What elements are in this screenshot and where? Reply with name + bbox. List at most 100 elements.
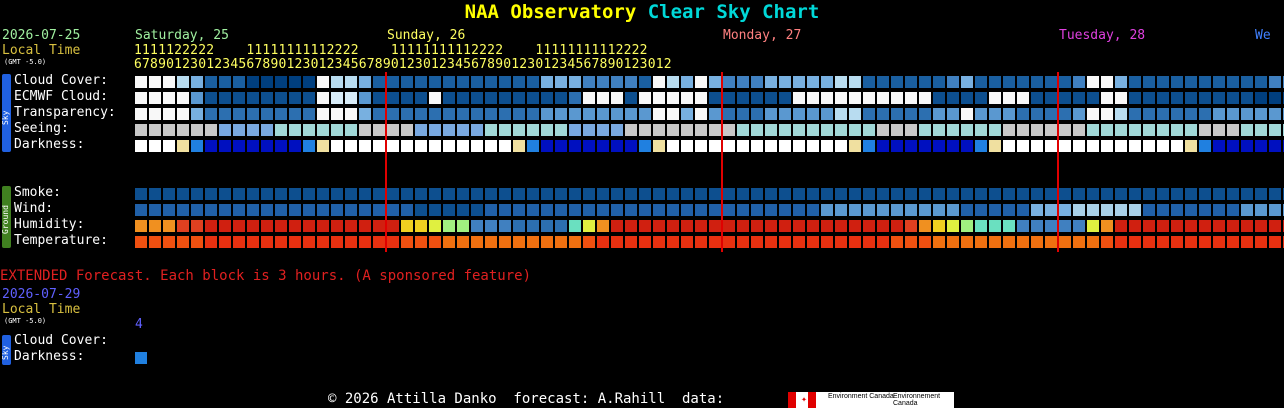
- cloud-cover-cell[interactable]: [793, 76, 805, 88]
- humidity-cell[interactable]: [835, 220, 847, 232]
- wind-cell[interactable]: [709, 204, 721, 216]
- seeing-cell[interactable]: [1171, 124, 1183, 136]
- humidity-cell[interactable]: [415, 220, 427, 232]
- smoke-cell[interactable]: [709, 188, 721, 200]
- wind-cell[interactable]: [415, 204, 427, 216]
- transparency-cell[interactable]: [1157, 108, 1169, 120]
- humidity-cell[interactable]: [569, 220, 581, 232]
- seeing-cell[interactable]: [947, 124, 959, 136]
- cloud-cover-cell[interactable]: [1059, 76, 1071, 88]
- smoke-cell[interactable]: [1129, 188, 1141, 200]
- humidity-cell[interactable]: [1213, 220, 1225, 232]
- ecmwf-cloud-cell[interactable]: [1073, 92, 1085, 104]
- wind-cell[interactable]: [807, 204, 819, 216]
- darkness-cell[interactable]: [667, 140, 679, 152]
- cloud-cover-cell[interactable]: [989, 76, 1001, 88]
- wind-cell[interactable]: [527, 204, 539, 216]
- smoke-cell[interactable]: [1003, 188, 1015, 200]
- transparency-cell[interactable]: [905, 108, 917, 120]
- wind-cell[interactable]: [933, 204, 945, 216]
- cloud-cover-cell[interactable]: [345, 76, 357, 88]
- seeing-cell[interactable]: [401, 124, 413, 136]
- ecmwf-cloud-cell[interactable]: [737, 92, 749, 104]
- cloud-cover-cell[interactable]: [555, 76, 567, 88]
- seeing-cell[interactable]: [443, 124, 455, 136]
- temperature-cell[interactable]: [835, 236, 847, 248]
- wind-cell[interactable]: [625, 204, 637, 216]
- transparency-cell[interactable]: [751, 108, 763, 120]
- darkness-cell[interactable]: [289, 140, 301, 152]
- humidity-cell[interactable]: [289, 220, 301, 232]
- cloud-cover-cell[interactable]: [905, 76, 917, 88]
- transparency-cell[interactable]: [1185, 108, 1197, 120]
- darkness-cell[interactable]: [1199, 140, 1211, 152]
- seeing-cell[interactable]: [499, 124, 511, 136]
- temperature-cell[interactable]: [275, 236, 287, 248]
- wind-cell[interactable]: [457, 204, 469, 216]
- wind-cell[interactable]: [1185, 204, 1197, 216]
- ecmwf-cloud-cell[interactable]: [1241, 92, 1253, 104]
- humidity-cell[interactable]: [149, 220, 161, 232]
- wind-cell[interactable]: [947, 204, 959, 216]
- ecmwf-cloud-cell[interactable]: [485, 92, 497, 104]
- transparency-cell[interactable]: [975, 108, 987, 120]
- darkness-cell[interactable]: [877, 140, 889, 152]
- temperature-cell[interactable]: [765, 236, 777, 248]
- transparency-cell[interactable]: [513, 108, 525, 120]
- ecmwf-cloud-cell[interactable]: [219, 92, 231, 104]
- ecmwf-cloud-cell[interactable]: [667, 92, 679, 104]
- cloud-cover-cell[interactable]: [219, 76, 231, 88]
- seeing-cell[interactable]: [639, 124, 651, 136]
- transparency-cell[interactable]: [1101, 108, 1113, 120]
- wind-cell[interactable]: [471, 204, 483, 216]
- wind-cell[interactable]: [1017, 204, 1029, 216]
- temperature-cell[interactable]: [667, 236, 679, 248]
- darkness-cell[interactable]: [583, 140, 595, 152]
- transparency-cell[interactable]: [331, 108, 343, 120]
- smoke-cell[interactable]: [807, 188, 819, 200]
- wind-cell[interactable]: [779, 204, 791, 216]
- temperature-cell[interactable]: [1059, 236, 1071, 248]
- transparency-cell[interactable]: [485, 108, 497, 120]
- transparency-cell[interactable]: [625, 108, 637, 120]
- wind-cell[interactable]: [345, 204, 357, 216]
- temperature-cell[interactable]: [1031, 236, 1043, 248]
- transparency-cell[interactable]: [653, 108, 665, 120]
- wind-cell[interactable]: [261, 204, 273, 216]
- ecmwf-cloud-cell[interactable]: [177, 92, 189, 104]
- temperature-cell[interactable]: [989, 236, 1001, 248]
- humidity-cell[interactable]: [471, 220, 483, 232]
- darkness-cell[interactable]: [639, 140, 651, 152]
- temperature-cell[interactable]: [1199, 236, 1211, 248]
- seeing-cell[interactable]: [387, 124, 399, 136]
- transparency-cell[interactable]: [765, 108, 777, 120]
- transparency-cell[interactable]: [135, 108, 147, 120]
- seeing-cell[interactable]: [457, 124, 469, 136]
- seeing-cell[interactable]: [1045, 124, 1057, 136]
- cloud-cover-cell[interactable]: [765, 76, 777, 88]
- humidity-cell[interactable]: [499, 220, 511, 232]
- seeing-cell[interactable]: [541, 124, 553, 136]
- cloud-cover-cell[interactable]: [1017, 76, 1029, 88]
- smoke-cell[interactable]: [415, 188, 427, 200]
- seeing-cell[interactable]: [219, 124, 231, 136]
- temperature-cell[interactable]: [1157, 236, 1169, 248]
- ecmwf-cloud-cell[interactable]: [149, 92, 161, 104]
- seeing-cell[interactable]: [1255, 124, 1267, 136]
- temperature-cell[interactable]: [975, 236, 987, 248]
- transparency-cell[interactable]: [961, 108, 973, 120]
- cloud-cover-cell[interactable]: [303, 76, 315, 88]
- ecmwf-cloud-cell[interactable]: [863, 92, 875, 104]
- smoke-cell[interactable]: [1017, 188, 1029, 200]
- darkness-cell[interactable]: [149, 140, 161, 152]
- cloud-cover-cell[interactable]: [1171, 76, 1183, 88]
- transparency-cell[interactable]: [1059, 108, 1071, 120]
- humidity-cell[interactable]: [177, 220, 189, 232]
- ecmwf-cloud-cell[interactable]: [947, 92, 959, 104]
- humidity-cell[interactable]: [485, 220, 497, 232]
- ecmwf-cloud-cell[interactable]: [877, 92, 889, 104]
- temperature-cell[interactable]: [933, 236, 945, 248]
- temperature-cell[interactable]: [1227, 236, 1239, 248]
- temperature-cell[interactable]: [303, 236, 315, 248]
- humidity-cell[interactable]: [1101, 220, 1113, 232]
